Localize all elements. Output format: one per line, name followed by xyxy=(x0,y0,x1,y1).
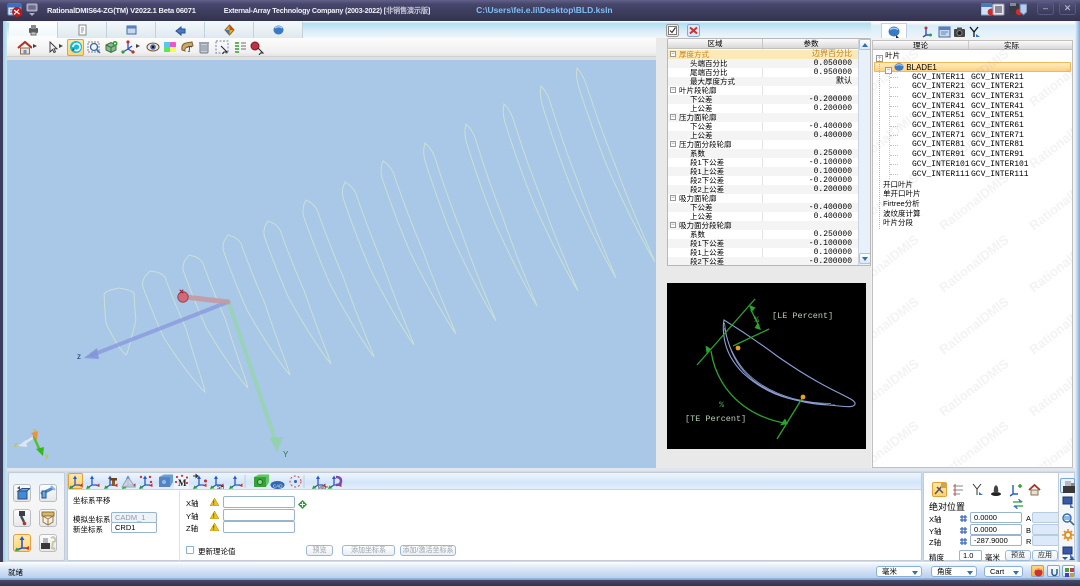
svg-text:Y: Y xyxy=(283,450,289,459)
svg-text:SH: SH xyxy=(217,485,224,490)
svg-text:z: z xyxy=(14,442,18,449)
svg-text:T: T xyxy=(187,45,192,54)
svg-text:CAD: CAD xyxy=(273,484,283,489)
svg-text:M: M xyxy=(178,478,187,488)
svg-text:x: x xyxy=(33,428,37,435)
svg-text:%: % xyxy=(754,315,760,325)
svg-text:[LE Percent]: [LE Percent] xyxy=(772,311,833,321)
svg-text:[TE Percent]: [TE Percent] xyxy=(685,414,746,424)
svg-text:y: y xyxy=(45,453,49,460)
svg-text:z: z xyxy=(77,352,81,361)
svg-text:MSP: MSP xyxy=(318,485,328,490)
svg-text:%: % xyxy=(719,400,725,410)
